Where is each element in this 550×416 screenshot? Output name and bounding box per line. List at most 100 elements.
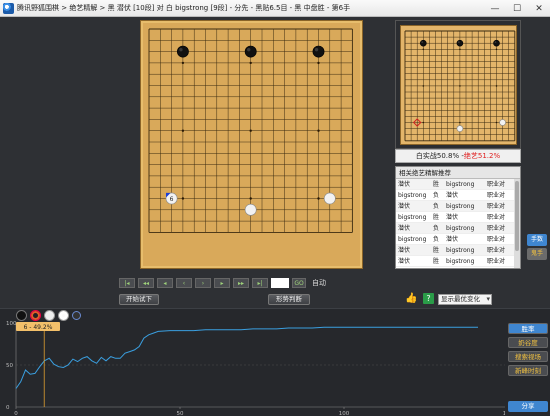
window-controls: — ☐ ✕ — [484, 0, 550, 17]
position-judgement-button[interactable]: 形势判断 — [268, 294, 310, 305]
star-point — [181, 129, 185, 132]
white-stone — [244, 203, 257, 216]
try-move-button[interactable]: 开始试下 — [119, 294, 159, 305]
star-point — [422, 48, 425, 51]
stone-highlight — [247, 47, 251, 52]
black-stone — [493, 39, 500, 47]
analysis-side-buttons: 胜率 奶谷度 搜索视场 新峰时刻 — [508, 323, 548, 379]
playback-controls: |◂ ◂◂ ◂ ‹ › ▸ ▸▸ ▸| GO 自动 — [119, 277, 326, 289]
share-button[interactable]: 分享 — [508, 401, 548, 412]
y-tick-label: 0 — [6, 405, 10, 411]
winrate-button[interactable]: 胜率 — [508, 323, 548, 334]
star-point — [317, 197, 320, 200]
maximize-button[interactable]: ☐ — [506, 0, 528, 17]
black-player: 潜伏 — [398, 225, 411, 232]
recommend-row[interactable]: 潜伏 负 bigstrong 职业对 — [396, 201, 520, 212]
star-point — [249, 129, 252, 132]
category: 职业对 — [487, 247, 506, 254]
auto-play-button[interactable]: 自动 — [312, 278, 326, 288]
black-player: bigstrong — [398, 192, 427, 199]
new-peak-button[interactable]: 新峰时刻 — [508, 365, 548, 376]
star-point — [459, 48, 461, 51]
recommend-list: 相关绝艺精解推荐 潜伏胜 bigstrong 职业对 bigstrong 负潜伏 职业对潜… — [395, 166, 521, 269]
white-stone — [456, 125, 464, 132]
white-player: bigstrong — [446, 258, 475, 265]
search-view-button[interactable]: 搜索视场 — [508, 351, 548, 362]
last-move-button[interactable]: ▸| — [252, 278, 268, 288]
help-icon[interactable]: ? — [423, 293, 434, 304]
star-point — [249, 61, 252, 65]
y-tick-label: 50 — [6, 363, 13, 369]
black-stone — [456, 39, 464, 47]
category: 职业对 — [487, 225, 506, 232]
black-player: 潜伏 — [398, 181, 411, 188]
title-bar: 腾讯野狐围棋 > 绝艺精解 > 黑 潜伏 [10段] 对 白 bigstrong… — [0, 0, 550, 17]
move-number-label: 6 — [170, 196, 174, 203]
x-tick-label: 150 — [503, 411, 505, 416]
category: 职业对 — [487, 181, 506, 188]
black-player: bigstrong — [398, 214, 427, 221]
y-tick-label: 100 — [6, 321, 17, 327]
winrate-chart[interactable]: 0 50 100 0 50 100 150 6 - 49.2% — [0, 319, 505, 416]
next-move-button[interactable]: › — [195, 278, 211, 288]
back-10-button[interactable]: ◂◂ — [138, 278, 154, 288]
go-board[interactable]: 6 — [140, 20, 363, 269]
category: 职业对 — [487, 192, 506, 199]
black-stone — [312, 45, 325, 58]
result: 负 — [433, 192, 440, 199]
move-number-input[interactable] — [271, 278, 289, 288]
recommend-row[interactable]: 潜伏 胜 bigstrong 职业对 — [396, 179, 520, 190]
actual-winrate: 白实战50.8% - — [415, 152, 464, 160]
recommend-row[interactable]: bigstrong 负潜伏 职业对 — [396, 234, 520, 245]
recommend-row[interactable]: bigstrong 负潜伏 职业对 — [396, 190, 520, 201]
x-tick-label: 50 — [177, 411, 184, 416]
black-stone — [419, 39, 427, 47]
x-tick-label: 100 — [339, 411, 350, 416]
difficulty-button[interactable]: 奶谷度 — [508, 337, 548, 348]
white-player: 潜伏 — [446, 192, 459, 199]
star-point — [317, 129, 320, 132]
forward-5-button[interactable]: ▸ — [214, 278, 230, 288]
recommend-row[interactable]: 潜伏 胜 bigstrong 职业对 — [396, 256, 520, 267]
star-point — [317, 61, 320, 65]
minimize-button[interactable]: — — [484, 0, 506, 17]
star-point — [495, 48, 498, 51]
result: 胜 — [433, 214, 440, 221]
winrate-line — [15, 326, 478, 389]
recommend-header: 相关绝艺精解推荐 — [396, 167, 520, 179]
star-point — [495, 121, 498, 124]
star-point — [249, 197, 252, 200]
recommend-row[interactable]: 潜伏 负 bigstrong 职业对 — [396, 223, 520, 234]
window-title: 腾讯野狐围棋 > 绝艺精解 > 黑 潜伏 [10段] 对 白 bigstrong… — [17, 4, 351, 12]
mini-board — [400, 25, 517, 145]
white-stone — [323, 192, 336, 205]
go-board-grid[interactable]: 6 — [141, 21, 364, 270]
white-player: bigstrong — [446, 181, 475, 188]
recommend-row[interactable]: 潜伏 胜 bigstrong 职业对 — [396, 245, 520, 256]
category: 职业对 — [487, 258, 506, 265]
result: 负 — [433, 236, 440, 243]
tab-move-count[interactable]: 手数 — [527, 234, 547, 246]
result: 负 — [433, 225, 440, 232]
winrate-bar: 白实战50.8% - 绝艺51.2% — [395, 149, 521, 163]
chart-tooltip: 6 - 49.2% — [24, 324, 53, 331]
back-5-button[interactable]: ◂ — [157, 278, 173, 288]
recommend-row[interactable]: bigstrong 胜潜伏 职业对 — [396, 212, 520, 223]
display-variation-select[interactable]: 显示最优变化 — [438, 294, 492, 305]
star-point — [422, 121, 425, 124]
prev-move-button[interactable]: ‹ — [176, 278, 192, 288]
white-player: bigstrong — [446, 225, 475, 232]
go-button[interactable]: GO — [292, 278, 306, 288]
mini-board-panel — [395, 20, 521, 149]
star-point — [181, 61, 185, 65]
close-button[interactable]: ✕ — [528, 0, 550, 17]
tab-ghost-move[interactable]: 鬼手 — [527, 248, 547, 260]
white-player: bigstrong — [446, 203, 475, 210]
x-tick-label: 0 — [14, 411, 18, 416]
first-move-button[interactable]: |◂ — [119, 278, 135, 288]
result: 负 — [433, 203, 440, 210]
forward-10-button[interactable]: ▸▸ — [233, 278, 249, 288]
thumbs-up-icon[interactable]: 👍 — [405, 293, 417, 305]
recommend-scrollbar[interactable] — [514, 179, 520, 268]
star-point — [422, 85, 425, 87]
